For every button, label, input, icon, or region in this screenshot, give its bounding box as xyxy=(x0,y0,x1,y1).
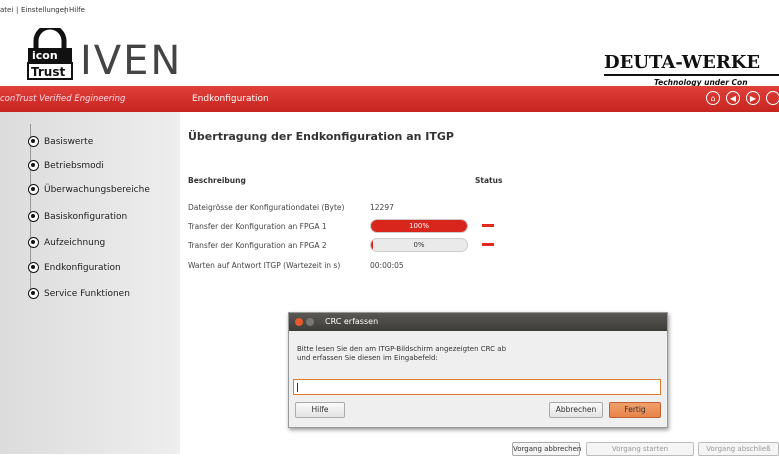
crc-dialog: CRC erfassen Bitte lesen Sie den am ITGP… xyxy=(288,312,668,428)
column-header-beschreibung: Beschreibung xyxy=(188,176,246,185)
sidebar-bullet-icon xyxy=(28,160,39,171)
row-label-dateigroesse: Dateigrösse der Konfigurationdatei (Byte… xyxy=(188,203,345,212)
row-label-warten: Warten auf Antwort ITGP (Wartezeit in s) xyxy=(188,261,341,270)
dialog-message-line1: Bitte lesen Sie den am ITGP-Bildschirm a… xyxy=(297,345,507,353)
logo-icon-text: icon xyxy=(32,49,58,62)
column-header-status: Status xyxy=(475,176,503,185)
sidebar-item-basiskonfiguration[interactable]: Basiskonfiguration xyxy=(44,212,127,222)
sidebar-bullet-icon xyxy=(28,288,39,299)
row-value-dateigroesse: 12297 xyxy=(370,203,394,212)
sidebar-bullet-icon xyxy=(28,237,39,248)
section-bar: conTrust Verified Engineering Endkonfigu… xyxy=(0,86,779,112)
status-dash-icon xyxy=(482,243,494,246)
text-caret xyxy=(297,383,298,392)
menu-datei[interactable]: atei xyxy=(0,6,13,14)
status-dash-icon xyxy=(482,224,494,227)
current-section: Endkonfiguration xyxy=(192,94,269,104)
dialog-message: Bitte lesen Sie den am ITGP-Bildschirm a… xyxy=(297,345,506,363)
forward-icon[interactable]: ▶ xyxy=(746,91,760,105)
menu-bar: atei | Einstellungen | Hilfe xyxy=(0,0,779,20)
menu-hilfe[interactable]: Hilfe xyxy=(69,6,85,14)
progress-bar-fpga1: 100% xyxy=(370,219,468,233)
menu-sep: | xyxy=(64,6,67,14)
help-button[interactable]: Hilfe xyxy=(295,402,345,418)
menu-sep: | xyxy=(16,6,19,14)
finish-button[interactable]: Fertig xyxy=(609,402,661,418)
product-name: IVEN xyxy=(80,38,183,84)
menu-einstellungen[interactable]: Einstellungen xyxy=(21,6,68,14)
row-value-warten: 00:00:05 xyxy=(370,261,404,270)
icontrust-logo: icon Trust xyxy=(26,24,74,80)
row-label-fpga1: Transfer der Konfiguration an FPGA 1 xyxy=(188,222,327,231)
brand-subtitle: conTrust Verified Engineering xyxy=(0,94,126,104)
sidebar-item-endkonfiguration[interactable]: Endkonfiguration xyxy=(44,263,121,273)
sidebar-item-basiswerte[interactable]: Basiswerte xyxy=(44,137,93,147)
sidebar-bullet-icon xyxy=(28,211,39,222)
logo-trust-text: Trust xyxy=(31,65,65,79)
company-logo: DEUTA-WERKE xyxy=(604,52,761,73)
sidebar-bullet-icon xyxy=(28,184,39,195)
dialog-title: CRC erfassen xyxy=(325,317,379,326)
progress-bar-fpga2: 0% xyxy=(370,238,468,252)
minimize-icon[interactable] xyxy=(306,318,314,326)
close-icon[interactable] xyxy=(295,318,303,326)
back-icon[interactable]: ◀ xyxy=(726,91,740,105)
row-label-fpga2: Transfer der Konfiguration an FPGA 2 xyxy=(188,241,327,250)
lock-icon: icon Trust xyxy=(27,24,73,80)
home-icon[interactable]: ⌂ xyxy=(706,91,720,105)
sidebar-item-ueberwachungsbereiche[interactable]: Überwachungsbereiche xyxy=(44,185,150,195)
cancel-button[interactable]: Abbrechen xyxy=(549,402,603,418)
sidebar-item-service-funktionen[interactable]: Service Funktionen xyxy=(44,289,130,299)
extra-icon[interactable] xyxy=(766,91,779,105)
sidebar-bullet-icon xyxy=(28,262,39,273)
page-title: Übertragung der Endkonfiguration an ITGP xyxy=(188,130,454,143)
progress-text-fpga1: 100% xyxy=(408,222,429,230)
sidebar-bullet-icon xyxy=(28,136,39,147)
company-underline xyxy=(604,74,779,76)
sidebar-item-aufzeichnung[interactable]: Aufzeichnung xyxy=(44,238,105,248)
app-header: icon Trust IVEN DEUTA-WERKE Technology u… xyxy=(0,20,779,87)
sidebar-item-betriebsmodi[interactable]: Betriebsmodi xyxy=(44,161,104,171)
dialog-message-line2: und erfassen Sie diesen im Eingabefeld: xyxy=(297,354,438,362)
progress-text-fpga2: 0% xyxy=(413,241,425,249)
crc-input[interactable] xyxy=(293,379,661,395)
dialog-titlebar: CRC erfassen xyxy=(289,313,667,331)
